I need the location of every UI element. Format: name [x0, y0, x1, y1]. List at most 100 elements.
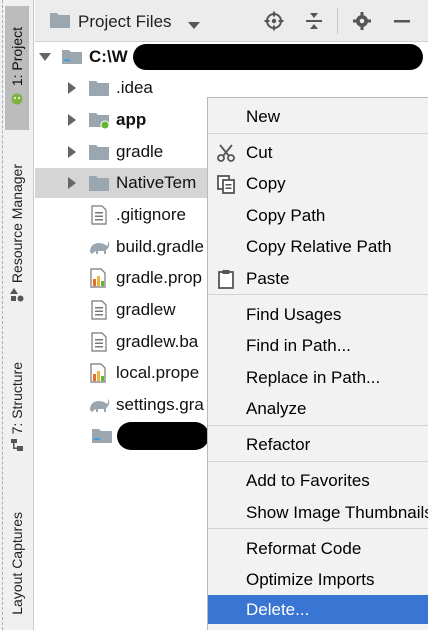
- gradle-icon: [88, 237, 110, 257]
- view-selector-label[interactable]: Project Files: [78, 12, 172, 32]
- tree-item-nativetem[interactable]: NativeTem: [35, 168, 210, 198]
- chevron-right-icon[interactable]: [66, 145, 78, 159]
- menu-item-label: Copy: [246, 174, 286, 193]
- menu-separator: [208, 133, 428, 134]
- layout-captures-tab[interactable]: Layout Captures: [5, 502, 29, 624]
- chevron-down-icon[interactable]: [187, 17, 201, 35]
- tree-item-label: gradle: [116, 142, 164, 161]
- tree-item-label: .idea: [116, 78, 153, 97]
- structure-icon: [9, 437, 25, 453]
- menu-item-optimize-imports[interactable]: Optimize Imports: [208, 565, 428, 594]
- menu-separator: [208, 294, 428, 295]
- tree-item-build-gradle[interactable]: build.gradle: [88, 232, 204, 262]
- menu-item-add-to-favorites[interactable]: Add to Favorites: [208, 466, 428, 495]
- android-icon: [9, 90, 25, 106]
- folder-icon: [49, 11, 71, 34]
- header-divider: [337, 8, 338, 34]
- menu-item-reformat-code[interactable]: Reformat Code: [208, 534, 428, 563]
- tree-item-gradlew[interactable]: gradlew: [88, 295, 176, 325]
- tree-item-label: gradle.prop: [116, 268, 203, 287]
- menu-item-label: Find Usages: [246, 305, 342, 324]
- tree-root-row[interactable]: C:\W: [39, 42, 128, 72]
- tree-item-module-folder[interactable]: [91, 421, 119, 451]
- folder-icon: [88, 78, 110, 98]
- menu-item-refactor[interactable]: Refactor: [208, 430, 428, 459]
- chevron-right-icon[interactable]: [66, 81, 78, 95]
- tree-item-gitignore[interactable]: .gitignore: [88, 200, 186, 230]
- redaction-mark: [133, 44, 423, 70]
- menu-separator: [208, 461, 428, 462]
- collapse-all-icon[interactable]: [303, 10, 325, 32]
- menu-item-find-usages[interactable]: Find Usages: [208, 300, 428, 329]
- folder-icon: [88, 173, 110, 193]
- resource-tab-label: Resource Manager: [9, 164, 25, 284]
- strip-divider: [2, 0, 3, 630]
- menu-item-analyze[interactable]: Analyze: [208, 394, 428, 423]
- menu-item-label: Copy Relative Path: [246, 237, 392, 256]
- menu-item-label: Show Image Thumbnails: [246, 503, 428, 522]
- tree-item-local-properties[interactable]: local.prope: [88, 358, 199, 388]
- tree-item-label: gradlew: [116, 300, 176, 319]
- tree-item-gradle-properties[interactable]: gradle.prop: [88, 263, 202, 293]
- chevron-down-icon[interactable]: [39, 50, 51, 64]
- scissors-icon: [216, 143, 236, 163]
- minimize-icon[interactable]: [391, 10, 413, 32]
- resource-manager-tab[interactable]: Resource Manager: [5, 150, 29, 320]
- menu-item-copy-relative-path[interactable]: Copy Relative Path: [208, 232, 428, 261]
- text-file-icon: [88, 300, 110, 320]
- menu-item-replace-in-path[interactable]: Replace in Path...: [208, 363, 428, 392]
- menu-item-label: Reformat Code: [246, 539, 362, 558]
- menu-item-label: New: [246, 107, 281, 126]
- chevron-right-icon[interactable]: [66, 113, 78, 127]
- text-file-icon: [88, 205, 110, 225]
- menu-item-label: Find in Path...: [246, 336, 351, 355]
- menu-item-new[interactable]: New: [208, 102, 428, 131]
- tree-item-idea[interactable]: .idea: [66, 73, 153, 103]
- tree-item-label: local.prope: [116, 363, 200, 382]
- tree-item-settings-gradle[interactable]: settings.gra: [88, 390, 204, 420]
- copy-icon: [216, 174, 236, 194]
- tree-item-label: .gitignore: [116, 205, 186, 224]
- redaction-mark: [117, 422, 209, 450]
- menu-item-show-image-thumbnails[interactable]: Show Image Thumbnails: [208, 498, 428, 527]
- menu-item-label: Analyze: [246, 399, 307, 418]
- module-folder-icon: [88, 110, 110, 130]
- resources-icon: [9, 287, 25, 303]
- gear-icon[interactable]: [351, 10, 373, 32]
- menu-item-label: Cut: [246, 143, 273, 162]
- menu-separator: [208, 528, 428, 529]
- gradle-icon: [88, 395, 110, 415]
- locate-icon[interactable]: [263, 10, 285, 32]
- folder-icon: [88, 142, 110, 162]
- menu-item-label: Optimize Imports: [246, 570, 375, 589]
- menu-item-find-in-path[interactable]: Find in Path...: [208, 331, 428, 360]
- captures-tab-label: Layout Captures: [9, 511, 25, 615]
- context-menu: New Cut Copy Copy Path Copy Relative Pat…: [207, 97, 428, 630]
- menu-item-label: Add to Favorites: [246, 471, 370, 490]
- project-tool-tab[interactable]: 1: Project: [5, 6, 29, 130]
- menu-item-label: Replace in Path...: [246, 368, 381, 387]
- tree-item-gradlew-bat[interactable]: gradlew.ba: [88, 327, 198, 357]
- menu-separator: [208, 425, 428, 426]
- text-file-icon: [88, 332, 110, 352]
- menu-item-delete[interactable]: Delete...: [208, 595, 428, 624]
- menu-item-copy[interactable]: Copy: [208, 169, 428, 198]
- menu-item-label: Refactor: [246, 435, 311, 454]
- structure-tab[interactable]: 7: Structure: [5, 350, 29, 468]
- tree-item-label: build.gradle: [116, 237, 204, 256]
- menu-item-label: Paste: [246, 269, 290, 288]
- tree-item-app[interactable]: app: [66, 105, 146, 135]
- menu-item-cut[interactable]: Cut: [208, 138, 428, 167]
- properties-file-icon: [88, 363, 110, 383]
- properties-file-icon: [88, 268, 110, 288]
- chevron-right-icon[interactable]: [66, 176, 78, 190]
- tool-window-strip: 1: Project Resource Manager 7: Structure…: [0, 0, 34, 630]
- menu-item-label: Copy Path: [246, 206, 326, 225]
- menu-item-paste[interactable]: Paste: [208, 264, 428, 293]
- module-folder-icon: [91, 426, 113, 446]
- tree-item-label: C:\W: [89, 47, 128, 66]
- menu-item-copy-path[interactable]: Copy Path: [208, 201, 428, 230]
- project-tab-label: 1: Project: [9, 27, 25, 87]
- tree-item-gradle[interactable]: gradle: [66, 137, 163, 167]
- menu-item-label: Delete...: [246, 600, 310, 619]
